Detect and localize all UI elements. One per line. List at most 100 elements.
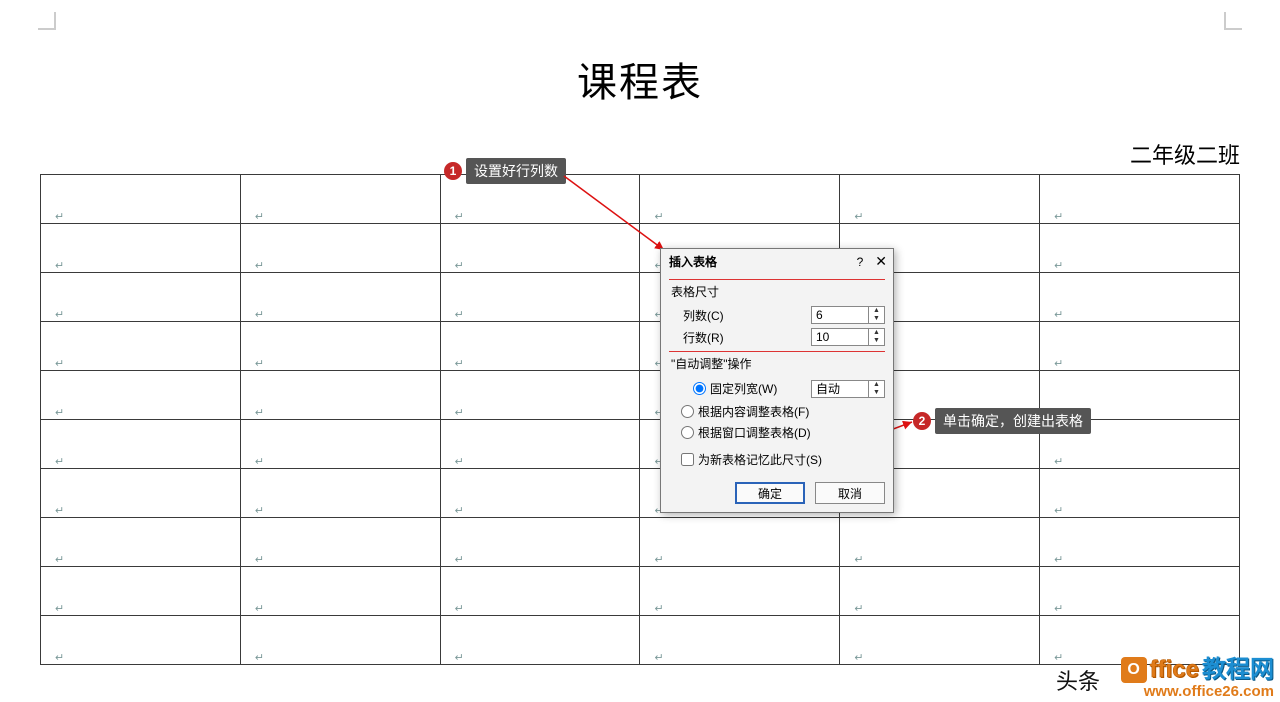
table-cell[interactable]: ↵ [240, 224, 440, 273]
table-cell[interactable]: ↵ [440, 518, 640, 567]
table-cell[interactable]: ↵ [840, 175, 1040, 224]
table-cell[interactable]: ↵ [640, 616, 840, 665]
spin-down-icon[interactable]: ▼ [869, 315, 884, 323]
fixed-width-input[interactable] [812, 382, 868, 396]
table-cell[interactable]: ↵ [41, 175, 241, 224]
table-cell[interactable]: ↵ [240, 420, 440, 469]
table-cell[interactable]: ↵ [640, 518, 840, 567]
page-title: 课程表 [40, 50, 1240, 108]
table-cell[interactable]: ↵ [440, 273, 640, 322]
radio-fit-window[interactable]: 根据窗口调整表格(D) [669, 422, 885, 443]
table-cell[interactable]: ↵ [1040, 518, 1240, 567]
table-row: ↵↵↵↵↵↵ [41, 175, 1240, 224]
table-cell[interactable]: ↵ [240, 273, 440, 322]
table-cell[interactable]: ↵ [41, 322, 241, 371]
table-row: ↵↵↵↵↵↵ [41, 273, 1240, 322]
rows-input[interactable] [812, 330, 868, 344]
table-cell[interactable]: ↵ [240, 322, 440, 371]
radio-content-label: 根据内容调整表格(F) [698, 403, 809, 420]
table-cell[interactable]: ↵ [640, 567, 840, 616]
ok-button[interactable]: 确定 [735, 482, 805, 504]
table-cell[interactable]: ↵ [1040, 273, 1240, 322]
cols-label: 列数(C) [683, 307, 724, 324]
radio-window-label: 根据窗口调整表格(D) [698, 424, 811, 441]
table-cell[interactable]: ↵ [1040, 175, 1240, 224]
radio-content-input[interactable] [681, 405, 694, 418]
table-cell[interactable]: ↵ [440, 469, 640, 518]
table-row: ↵↵↵↵↵↵ [41, 518, 1240, 567]
spin-up-icon[interactable]: ▲ [869, 381, 884, 389]
table-cell[interactable]: ↵ [240, 371, 440, 420]
table-cell[interactable]: ↵ [440, 616, 640, 665]
remember-checkbox-input[interactable] [681, 453, 694, 466]
table-cell[interactable]: ↵ [1040, 567, 1240, 616]
callout-step-1: 1 设置好行列数 [444, 158, 566, 184]
rows-label: 行数(R) [683, 329, 724, 346]
table-row: ↵↵↵↵↵↵ [41, 469, 1240, 518]
document-page: 课程表 二年级二班 ↵↵↵↵↵↵↵↵↵↵↵↵↵↵↵↵↵↵↵↵↵↵↵↵↵↵↵↵↵↵… [0, 0, 1280, 665]
table-cell[interactable]: ↵ [41, 273, 241, 322]
rows-spinbox[interactable]: ▲▼ [811, 328, 885, 346]
table-cell[interactable]: ↵ [240, 469, 440, 518]
table-cell[interactable]: ↵ [41, 371, 241, 420]
spin-up-icon[interactable]: ▲ [869, 307, 884, 315]
group-autofit: "自动调整"操作 [671, 355, 885, 372]
radio-fit-content[interactable]: 根据内容调整表格(F) [669, 401, 885, 422]
table-cell[interactable]: ↵ [440, 224, 640, 273]
help-icon[interactable]: ? [857, 255, 864, 269]
table-cell[interactable]: ↵ [41, 224, 241, 273]
badge-1: 1 [444, 162, 462, 180]
watermark-url: www.office26.com [1121, 684, 1274, 701]
watermark: O ffice 教程网 www.office26.com [1121, 657, 1274, 700]
callout-step-2: 2 单击确定，创建出表格 [913, 408, 1091, 434]
radio-fixed-width[interactable]: 固定列宽(W) [681, 378, 777, 399]
cols-input[interactable] [812, 308, 868, 322]
table-cell[interactable]: ↵ [41, 420, 241, 469]
table-cell[interactable]: ↵ [41, 469, 241, 518]
remember-label: 为新表格记忆此尺寸(S) [698, 451, 822, 468]
table-cell[interactable]: ↵ [440, 371, 640, 420]
table-row: ↵↵↵↵↵↵ [41, 224, 1240, 273]
table-cell[interactable]: ↵ [41, 567, 241, 616]
callout-1-text: 设置好行列数 [466, 158, 566, 184]
class-subtitle: 二年级二班 [40, 138, 1240, 170]
spin-up-icon[interactable]: ▲ [869, 329, 884, 337]
spin-down-icon[interactable]: ▼ [869, 389, 884, 397]
table-cell[interactable]: ↵ [440, 567, 640, 616]
table-cell[interactable]: ↵ [240, 518, 440, 567]
table-cell[interactable]: ↵ [840, 567, 1040, 616]
table-cell[interactable]: ↵ [240, 616, 440, 665]
table-cell[interactable]: ↵ [240, 567, 440, 616]
table-cell[interactable]: ↵ [440, 322, 640, 371]
spin-down-icon[interactable]: ▼ [869, 337, 884, 345]
table-cell[interactable]: ↵ [840, 616, 1040, 665]
table-row: ↵↵↵↵↵↵ [41, 322, 1240, 371]
table-row: ↵↵↵↵↵↵ [41, 616, 1240, 665]
table-cell[interactable]: ↵ [840, 518, 1040, 567]
table-cell[interactable]: ↵ [440, 420, 640, 469]
page-corner-tr [1224, 12, 1242, 30]
table-cell[interactable]: ↵ [1040, 322, 1240, 371]
cancel-button[interactable]: 取消 [815, 482, 885, 504]
radio-window-input[interactable] [681, 426, 694, 439]
cols-spinbox[interactable]: ▲▼ [811, 306, 885, 324]
page-corner-tl [38, 12, 56, 30]
divider [669, 351, 885, 352]
checkbox-remember[interactable]: 为新表格记忆此尺寸(S) [669, 449, 885, 470]
table-cell[interactable]: ↵ [640, 175, 840, 224]
badge-2: 2 [913, 412, 931, 430]
divider [669, 279, 885, 280]
watermark-brand-2: 教程网 [1202, 657, 1274, 683]
fixed-width-combobox[interactable]: ▲▼ [811, 380, 885, 398]
dialog-titlebar[interactable]: 插入表格 ? ✕ [661, 249, 893, 274]
table-cell[interactable]: ↵ [240, 175, 440, 224]
close-icon[interactable]: ✕ [875, 253, 887, 270]
table-cell[interactable]: ↵ [1040, 469, 1240, 518]
radio-fixed-label: 固定列宽(W) [710, 380, 777, 397]
table-cell[interactable]: ↵ [1040, 224, 1240, 273]
callout-2-text: 单击确定，创建出表格 [935, 408, 1091, 434]
table-cell[interactable]: ↵ [41, 616, 241, 665]
radio-fixed-input[interactable] [693, 382, 706, 395]
insert-table-dialog: 插入表格 ? ✕ 表格尺寸 列数(C) ▲▼ 行数(R) ▲▼ "自动调整"操作 [660, 248, 894, 513]
table-cell[interactable]: ↵ [41, 518, 241, 567]
